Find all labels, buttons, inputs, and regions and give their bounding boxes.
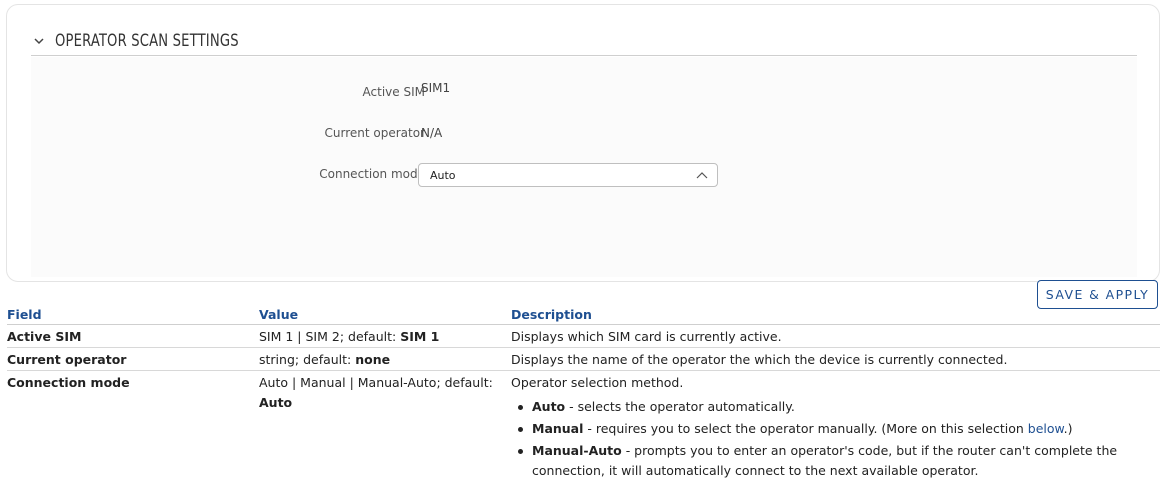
current-operator-row: Current operator N/A	[31, 122, 751, 146]
parameter-table: Field Value Description Active SIM SIM 1…	[7, 306, 1160, 480]
description-cell: Operator selection method. Auto - select…	[511, 373, 1151, 480]
description-cell: Displays which SIM card is currently act…	[511, 329, 782, 344]
active-sim-label: Active SIM	[362, 85, 425, 99]
operator-scan-settings-panel: OPERATOR SCAN SETTINGS Active SIM SIM1 C…	[6, 4, 1160, 309]
header-value: Value	[259, 307, 299, 322]
header-field: Field	[7, 307, 42, 322]
value-cell: string; default: none	[259, 352, 391, 367]
value-cell: Auto | Manual | Manual-Auto; default: Au…	[259, 375, 493, 410]
field-cell: Connection mode	[7, 375, 130, 390]
value-cell: SIM 1 | SIM 2; default: SIM 1	[259, 329, 440, 344]
field-cell: Current operator	[7, 352, 127, 367]
connection-mode-selected-value: Auto	[430, 169, 456, 182]
current-operator-label: Current operator	[324, 126, 426, 140]
connection-mode-row: Connection mode Auto	[31, 163, 751, 187]
current-operator-value: N/A	[421, 126, 443, 140]
description-cell: Displays the name of the operator the wh…	[511, 352, 1008, 367]
active-sim-row: Active SIM SIM1	[31, 81, 751, 105]
table-row: Active SIM SIM 1 | SIM 2; default: SIM 1…	[7, 325, 1160, 348]
table-row: Current operator string; default: none D…	[7, 348, 1160, 371]
section-title: OPERATOR SCAN SETTINGS	[55, 31, 239, 51]
table-row: Connection mode Auto | Manual | Manual-A…	[7, 371, 1160, 480]
active-sim-value: SIM1	[421, 81, 451, 95]
chevron-down-icon[interactable]	[31, 33, 47, 49]
save-and-apply-button[interactable]: SAVE & APPLY	[1037, 280, 1158, 309]
list-item: Manual - requires you to select the oper…	[511, 419, 1151, 439]
connection-mode-select[interactable]: Auto	[418, 163, 718, 187]
header-description: Description	[511, 307, 592, 322]
description-text: Operator selection method.	[511, 375, 684, 390]
table-header: Field Value Description	[7, 306, 1160, 325]
connection-mode-label: Connection mode	[319, 167, 425, 181]
settings-form: Active SIM SIM1 Current operator N/A Con…	[31, 57, 1158, 309]
chevron-up-icon	[696, 172, 708, 179]
section-header[interactable]: OPERATOR SCAN SETTINGS	[31, 27, 1137, 56]
field-cell: Active SIM	[7, 329, 82, 344]
below-link[interactable]: below	[1028, 421, 1064, 436]
mode-options-list: Auto - selects the operator automaticall…	[511, 397, 1151, 480]
list-item: Manual-Auto - prompts you to enter an op…	[511, 441, 1151, 480]
list-item: Auto - selects the operator automaticall…	[511, 397, 1151, 417]
